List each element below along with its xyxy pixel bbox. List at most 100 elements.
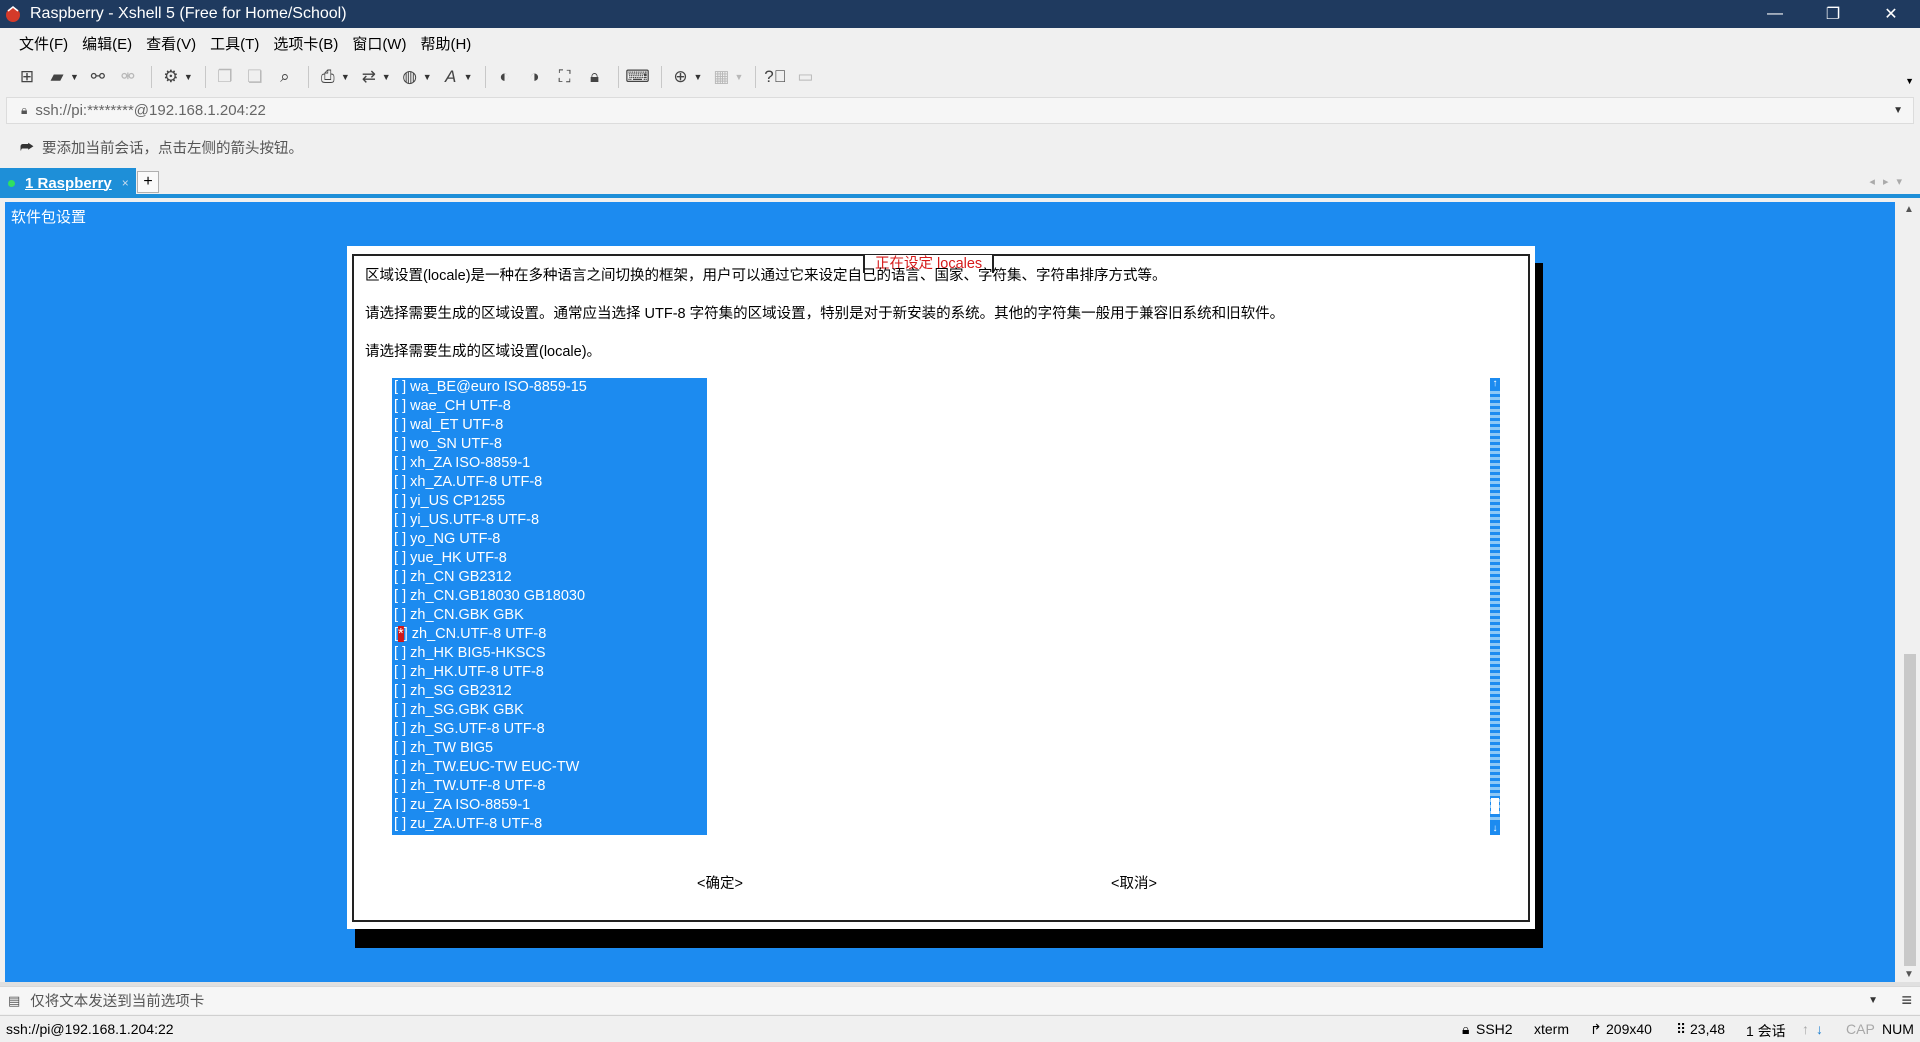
- ok-button[interactable]: <确定>: [697, 872, 743, 893]
- disconnect-icon[interactable]: ⚮: [115, 64, 141, 90]
- checkbox-bracket: ]: [402, 455, 411, 471]
- properties-dropdown-icon[interactable]: ▼: [184, 72, 193, 82]
- compose-dropdown-icon[interactable]: ▼: [1868, 995, 1878, 1006]
- locale-name: yi_US CP1255: [410, 493, 506, 509]
- xftp-icon[interactable]: ◐: [492, 64, 518, 90]
- locale-item[interactable]: [ ] wa_BE@euro ISO-8859-15: [392, 378, 707, 397]
- layout-icon[interactable]: ▦: [708, 64, 734, 90]
- encoding-dropdown-icon[interactable]: ▼: [423, 72, 432, 82]
- locale-item[interactable]: [ ] xh_ZA ISO-8859-1: [392, 454, 707, 473]
- locale-item[interactable]: [ ] xh_ZA.UTF-8 UTF-8: [392, 473, 707, 492]
- scroll-down-icon[interactable]: ▼: [1904, 969, 1914, 980]
- checkbox-bracket: ]: [402, 816, 411, 832]
- lock-icon[interactable]: 🔒︎: [582, 64, 608, 90]
- terminal-scrollbar[interactable]: ▲ ▼: [1900, 202, 1920, 982]
- font-dropdown-icon[interactable]: ▼: [464, 72, 473, 82]
- scroll-thumb[interactable]: [1904, 654, 1916, 966]
- reconnect-icon[interactable]: ⚯: [85, 64, 111, 90]
- menu-file[interactable]: 文件(F): [12, 33, 75, 54]
- send-text-icon[interactable]: ▤: [8, 993, 20, 1009]
- locale-list-scrollbar[interactable]: ↑ ↓: [1490, 378, 1500, 835]
- locale-item[interactable]: [ ] zh_SG.GBK GBK: [392, 701, 707, 720]
- transfer-icon[interactable]: ⇄: [356, 64, 382, 90]
- open-dropdown-icon[interactable]: ▼: [70, 72, 79, 82]
- locale-item[interactable]: [ ] yo_NG UTF-8: [392, 530, 707, 549]
- locale-item[interactable]: [ ] zh_SG GB2312: [392, 682, 707, 701]
- properties-icon[interactable]: ⚙: [158, 64, 184, 90]
- address-value: ssh://pi:********@192.168.1.204:22: [35, 102, 266, 119]
- locale-item[interactable]: [ ] yi_US CP1255: [392, 492, 707, 511]
- close-button[interactable]: ✕: [1862, 0, 1920, 28]
- locale-item[interactable]: [ ] zu_ZA ISO-8859-1: [392, 796, 707, 815]
- locale-item[interactable]: [ ] wal_ET UTF-8: [392, 416, 707, 435]
- locale-name: zh_SG.UTF-8 UTF-8: [410, 721, 545, 737]
- add-session-arrow-icon[interactable]: ⮫: [20, 139, 34, 156]
- tab-scroll-icons[interactable]: ◂▸▾: [1869, 175, 1910, 188]
- locale-item[interactable]: [ ] zh_TW.UTF-8 UTF-8: [392, 777, 707, 796]
- restore-button[interactable]: ❐: [1804, 0, 1862, 28]
- toolbar-more-icon[interactable]: ▼: [1905, 76, 1914, 86]
- cancel-button[interactable]: <取消>: [1111, 872, 1157, 893]
- list-scroll-track[interactable]: [1490, 388, 1500, 825]
- checkbox-bracket: ]: [402, 417, 411, 433]
- scroll-up-icon[interactable]: ▲: [1904, 204, 1914, 215]
- locale-name: yo_NG UTF-8: [410, 531, 501, 547]
- locale-item[interactable]: [ ] zu_ZA.UTF-8 UTF-8: [392, 815, 707, 834]
- locale-item[interactable]: [ ] zh_HK BIG5-HKSCS: [392, 644, 707, 663]
- menu-edit[interactable]: 编辑(E): [75, 33, 139, 54]
- add-tab-button[interactable]: +: [137, 171, 159, 193]
- new-session-icon[interactable]: ⊞: [14, 64, 40, 90]
- help-icon[interactable]: ?⃝: [762, 64, 788, 90]
- menu-tools[interactable]: 工具(T): [203, 33, 266, 54]
- menu-tabs[interactable]: 选项卡(B): [266, 33, 345, 54]
- checkbox-bracket: ]: [402, 379, 411, 395]
- fullscreen-icon[interactable]: ⛶: [552, 64, 578, 90]
- minimize-button[interactable]: —: [1746, 0, 1804, 28]
- print-icon[interactable]: ⎙: [315, 64, 341, 90]
- find-icon[interactable]: ⌕: [272, 64, 298, 90]
- open-folder-icon[interactable]: ▰: [44, 64, 70, 90]
- transfer-dropdown-icon[interactable]: ▼: [382, 72, 391, 82]
- compose-menu-icon[interactable]: ≡: [1901, 990, 1912, 1011]
- title-bar: Raspberry - Xshell 5 (Free for Home/Scho…: [0, 0, 1920, 28]
- paste-icon[interactable]: ❏: [242, 64, 268, 90]
- locale-item[interactable]: [ ] zh_SG.UTF-8 UTF-8: [392, 720, 707, 739]
- tab-bar: 1 Raspberry × + ◂▸▾: [0, 168, 1920, 198]
- locale-item[interactable]: [ ] zh_HK.UTF-8 UTF-8: [392, 663, 707, 682]
- locale-item[interactable]: [ ] zh_CN.GBK GBK: [392, 606, 707, 625]
- locale-item[interactable]: [ ] zh_CN.GB18030 GB18030: [392, 587, 707, 606]
- address-bar[interactable]: 🔒︎ ssh://pi:********@192.168.1.204:22 ▼: [6, 97, 1914, 124]
- chat-icon[interactable]: ▭: [792, 64, 818, 90]
- keyboard-icon[interactable]: ⌨: [625, 64, 651, 90]
- font-icon[interactable]: A: [438, 64, 464, 90]
- locale-item[interactable]: [ ] zh_CN GB2312: [392, 568, 707, 587]
- new-tab-icon[interactable]: ⊕: [668, 64, 694, 90]
- print-dropdown-icon[interactable]: ▼: [341, 72, 350, 82]
- new-tab-dropdown-icon[interactable]: ▼: [694, 72, 703, 82]
- list-scroll-thumb[interactable]: [1491, 798, 1499, 814]
- locale-name: zh_CN.UTF-8 UTF-8: [411, 626, 547, 642]
- address-dropdown-icon[interactable]: ▼: [1893, 105, 1903, 116]
- locale-item[interactable]: [ ] wo_SN UTF-8: [392, 435, 707, 454]
- tab-raspberry[interactable]: 1 Raspberry ×: [0, 168, 136, 198]
- locale-list[interactable]: [ ] wa_BE@euro ISO-8859-15[ ] wae_CH UTF…: [392, 378, 707, 835]
- globe-icon[interactable]: ◍: [397, 64, 423, 90]
- copy-icon[interactable]: ❐: [212, 64, 238, 90]
- locale-item[interactable]: [ ] yue_HK UTF-8: [392, 549, 707, 568]
- compose-bar[interactable]: ▤ 仅将文本发送到当前选项卡 ▼ ≡: [0, 986, 1920, 1014]
- locale-item[interactable]: [ ] wae_CH UTF-8: [392, 397, 707, 416]
- menu-view[interactable]: 查看(V): [139, 33, 203, 54]
- menu-help[interactable]: 帮助(H): [413, 33, 478, 54]
- tunnel-icon[interactable]: ◑: [522, 64, 548, 90]
- locale-item[interactable]: [ ] zh_TW BIG5: [392, 739, 707, 758]
- locale-item[interactable]: [ ] zh_TW.EUC-TW EUC-TW: [392, 758, 707, 777]
- locale-item[interactable]: [*] zh_CN.UTF-8 UTF-8: [392, 625, 707, 644]
- menu-window[interactable]: 窗口(W): [345, 33, 413, 54]
- tab-close-icon[interactable]: ×: [122, 176, 129, 190]
- locale-name: xh_ZA.UTF-8 UTF-8: [410, 474, 543, 490]
- list-scroll-down-icon[interactable]: ↓: [1490, 823, 1500, 835]
- checkbox-bracket: ]: [402, 645, 411, 661]
- layout-dropdown-icon[interactable]: ▼: [734, 72, 743, 82]
- checkbox-bracket: ]: [402, 702, 411, 718]
- locale-item[interactable]: [ ] yi_US.UTF-8 UTF-8: [392, 511, 707, 530]
